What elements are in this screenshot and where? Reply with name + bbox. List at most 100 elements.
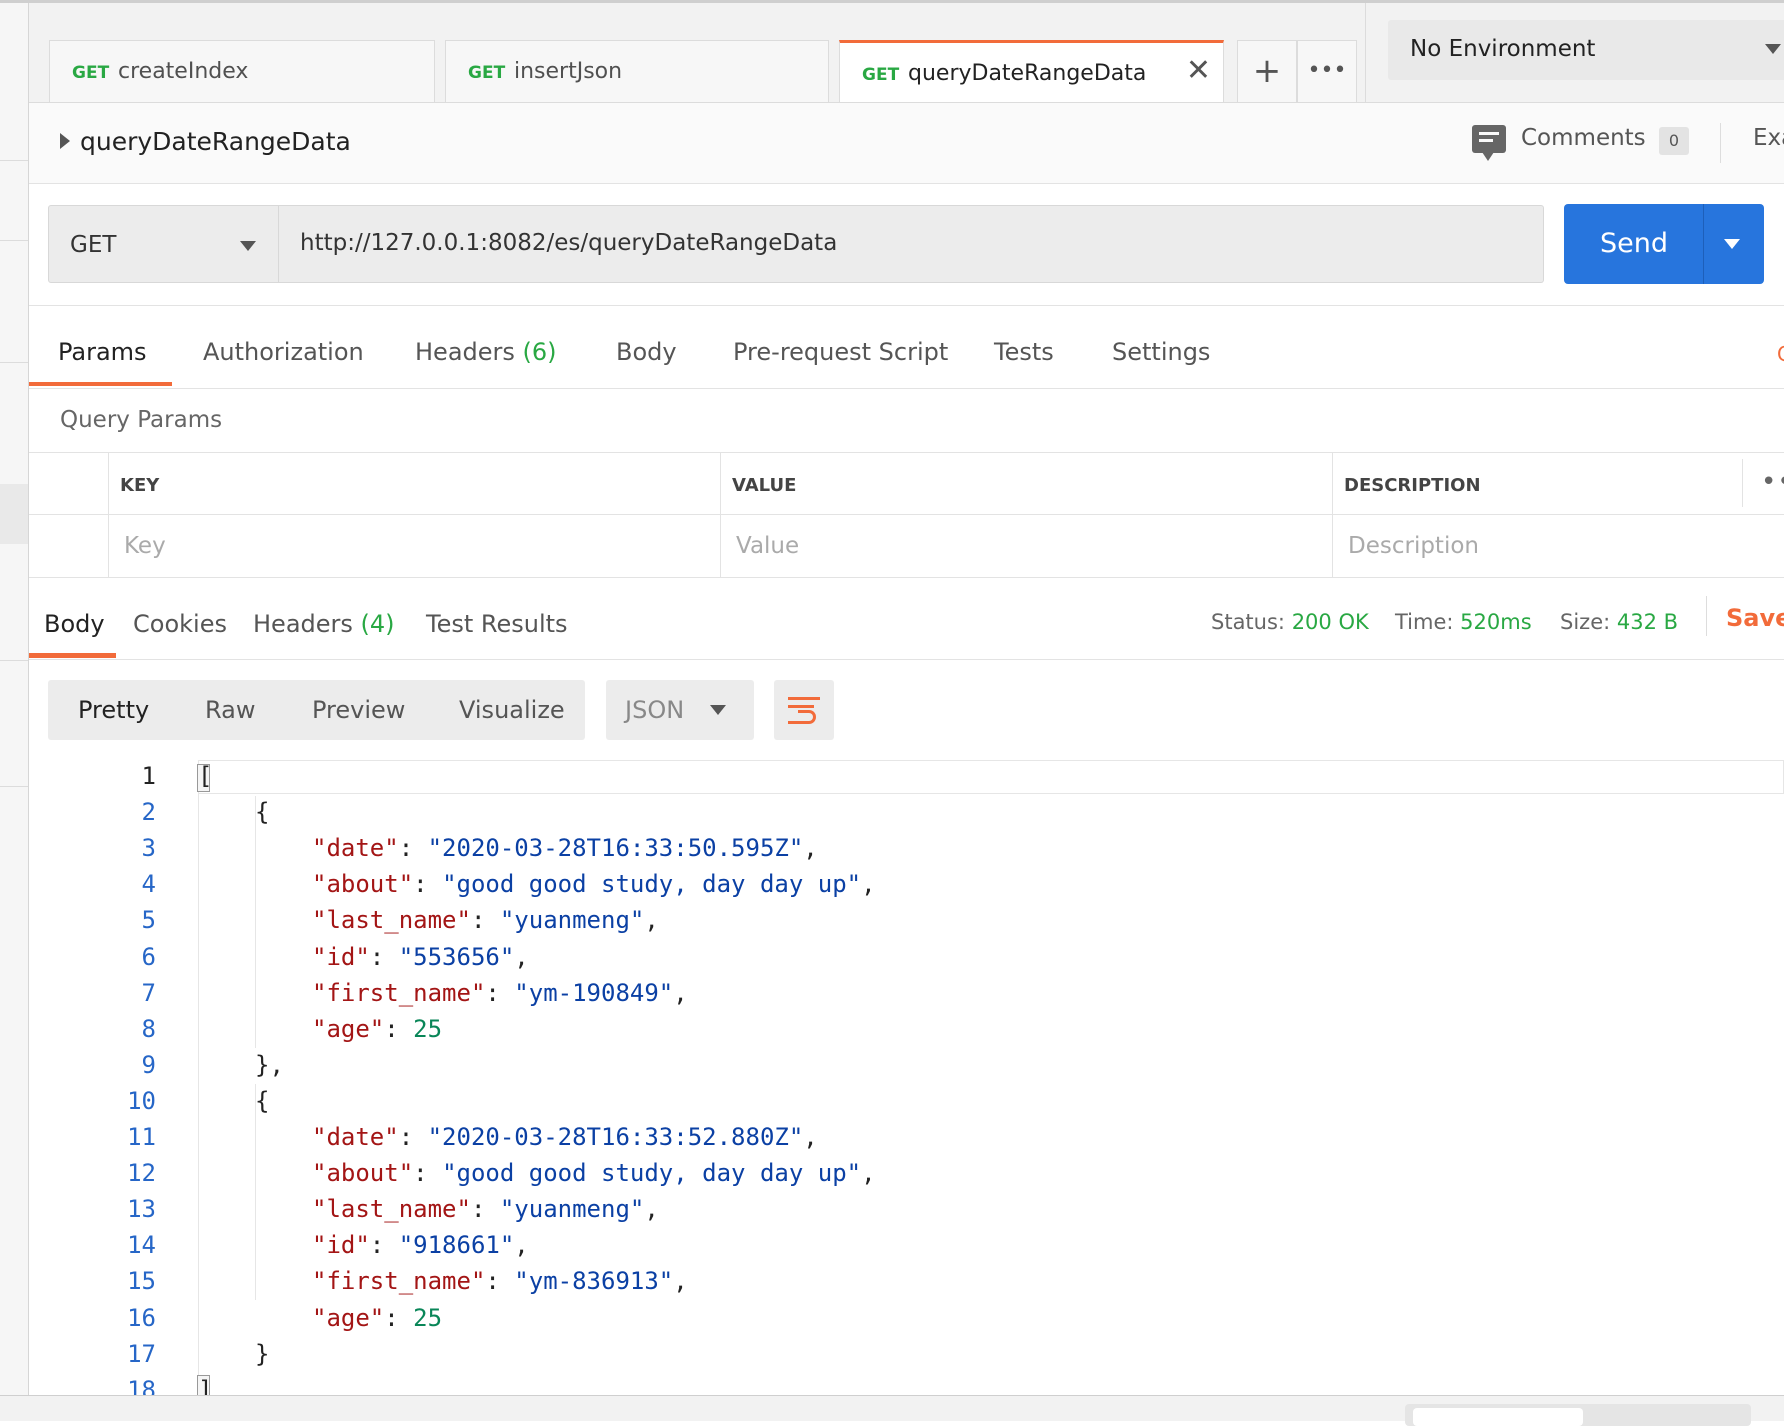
tab-pre-request-script[interactable]: Pre-request Script (733, 338, 948, 366)
json-key: "age" (312, 1014, 385, 1043)
comments-count-badge: 0 (1659, 127, 1689, 155)
json-punctuation: : (369, 942, 399, 971)
response-size[interactable]: Size: 432 B (1560, 610, 1678, 634)
json-punctuation: { (255, 798, 270, 827)
new-tab-button[interactable]: + (1237, 40, 1297, 102)
tab-queryDateRangeData[interactable]: GET queryDateRangeData ✕ (839, 40, 1224, 102)
json-punctuation: , (673, 1267, 688, 1296)
response-tab-body[interactable]: Body (44, 610, 105, 638)
save-response-button[interactable]: Save (1726, 604, 1784, 632)
view-preview-button[interactable]: Preview (312, 696, 405, 724)
code-text: "date": "2020-03-28T16:33:50.595Z", (312, 834, 818, 862)
code-text: "last_name": "yuanmeng", (312, 906, 659, 934)
tab-title: createIndex (118, 59, 249, 84)
column-header-key: KEY (120, 475, 160, 496)
line-number: 4 (141, 870, 156, 899)
tab-headers[interactable]: Headers (6) (415, 338, 557, 366)
tab-createIndex[interactable]: GET createIndex (49, 40, 435, 102)
json-punctuation: : (384, 1014, 414, 1043)
tab-insertJson[interactable]: GET insertJson (445, 40, 829, 102)
tab-tests[interactable]: Tests (994, 338, 1054, 366)
response-body-editor[interactable]: 1 [2 {3 "date": "2020-03-28T16:33:50.595Z",… (29, 760, 1784, 1395)
tab-method: GET (468, 63, 506, 83)
divider (1742, 459, 1743, 507)
json-key: "about" (312, 870, 414, 899)
json-string: "ym-190849" (514, 978, 674, 1007)
time-label: Time: (1395, 610, 1454, 634)
response-tab-headers[interactable]: Headers (4) (253, 610, 395, 638)
environment-selected-value: No Environment (1410, 36, 1596, 62)
strip-divider (0, 786, 28, 787)
send-button[interactable]: Send (1564, 204, 1764, 284)
json-key: "first_name" (312, 978, 486, 1007)
build-mode-button[interactable] (1413, 1408, 1583, 1426)
line-number: 6 (141, 942, 156, 971)
json-key: "id" (312, 1231, 370, 1260)
response-status[interactable]: Status: 200 OK (1211, 610, 1369, 634)
code-text: { (255, 1087, 269, 1115)
close-tab-icon[interactable]: ✕ (1186, 53, 1211, 88)
tab-settings[interactable]: Settings (1112, 338, 1210, 366)
description-input[interactable]: Description (1348, 533, 1479, 559)
line-number: 14 (127, 1231, 156, 1260)
code-text: "first_name": "ym-836913", (312, 1267, 688, 1295)
strip-selected-item[interactable] (0, 484, 28, 544)
divider (1720, 123, 1721, 163)
chevron-down-icon[interactable] (1724, 239, 1740, 249)
json-string: "2020-03-28T16:33:50.595Z" (427, 834, 804, 863)
tab-title: queryDateRangeData (908, 61, 1147, 86)
query-params-table: KEY VALUE DESCRIPTION •• Key Value Descr… (29, 452, 1784, 578)
view-pretty-button[interactable]: Pretty (78, 696, 149, 724)
view-raw-button[interactable]: Raw (205, 696, 255, 724)
tab-title: insertJson (514, 59, 623, 84)
line-number: 1 (141, 762, 156, 790)
window-top-border (0, 0, 1784, 3)
environment-select[interactable]: No Environment (1388, 20, 1784, 80)
chevron-down-icon (710, 705, 726, 715)
view-visualize-button[interactable]: Visualize (459, 696, 565, 724)
tabbar-divider (1365, 0, 1366, 102)
json-string: "yuanmeng" (499, 1195, 645, 1224)
json-key: "last_name" (312, 906, 471, 935)
code-text: "last_name": "yuanmeng", (312, 1195, 659, 1223)
code-text: "about": "good good study, day day up", (312, 870, 876, 898)
json-string: "ym-836913" (514, 1267, 674, 1296)
send-divider (1703, 204, 1704, 284)
line-number: 12 (127, 1159, 156, 1188)
tab-options-button[interactable]: ••• (1297, 40, 1357, 102)
tab-params[interactable]: Params (58, 338, 147, 366)
url-input[interactable]: http://127.0.0.1:8082/es/queryDateRangeD… (279, 205, 1544, 283)
json-key: "first_name" (312, 1267, 486, 1296)
value-input[interactable]: Value (736, 533, 799, 559)
request-name[interactable]: queryDateRangeData (80, 127, 351, 156)
active-tab-indicator (29, 653, 116, 658)
table-options-button[interactable]: •• (1761, 467, 1784, 497)
code-text: "id": "553656", (312, 943, 529, 971)
comment-icon[interactable] (1472, 125, 1506, 161)
format-select[interactable]: JSON (606, 680, 754, 740)
tab-authorization[interactable]: Authorization (203, 338, 364, 366)
tab-body[interactable]: Body (616, 338, 677, 366)
line-number: 10 (127, 1086, 156, 1115)
strip-divider (0, 240, 28, 241)
headers-count: (6) (522, 338, 557, 366)
http-method-select[interactable]: GET (48, 205, 279, 283)
build-browse-toggle[interactable] (1405, 1404, 1751, 1426)
response-tab-test-results[interactable]: Test Results (426, 610, 568, 638)
caret-right-icon[interactable] (60, 133, 70, 149)
comments-button[interactable]: Comments (1521, 125, 1646, 151)
status-label: Status: (1211, 610, 1285, 634)
examples-button[interactable]: Exa (1753, 125, 1784, 151)
divider (1706, 596, 1707, 636)
request-name-row: queryDateRangeData Comments 0 Exa (29, 103, 1784, 184)
wrap-lines-icon[interactable] (774, 680, 834, 740)
active-tab-indicator (29, 382, 172, 386)
response-time[interactable]: Time: 520ms (1395, 610, 1532, 634)
send-button-label: Send (1600, 228, 1669, 259)
key-input[interactable]: Key (124, 533, 166, 559)
code-text: ] (198, 1376, 212, 1395)
json-punctuation: : (470, 1195, 500, 1224)
response-tab-cookies[interactable]: Cookies (133, 610, 227, 638)
cookies-link[interactable]: C (1777, 342, 1784, 364)
response-tabs: Body Cookies Headers (4) Test Results St… (29, 586, 1784, 660)
